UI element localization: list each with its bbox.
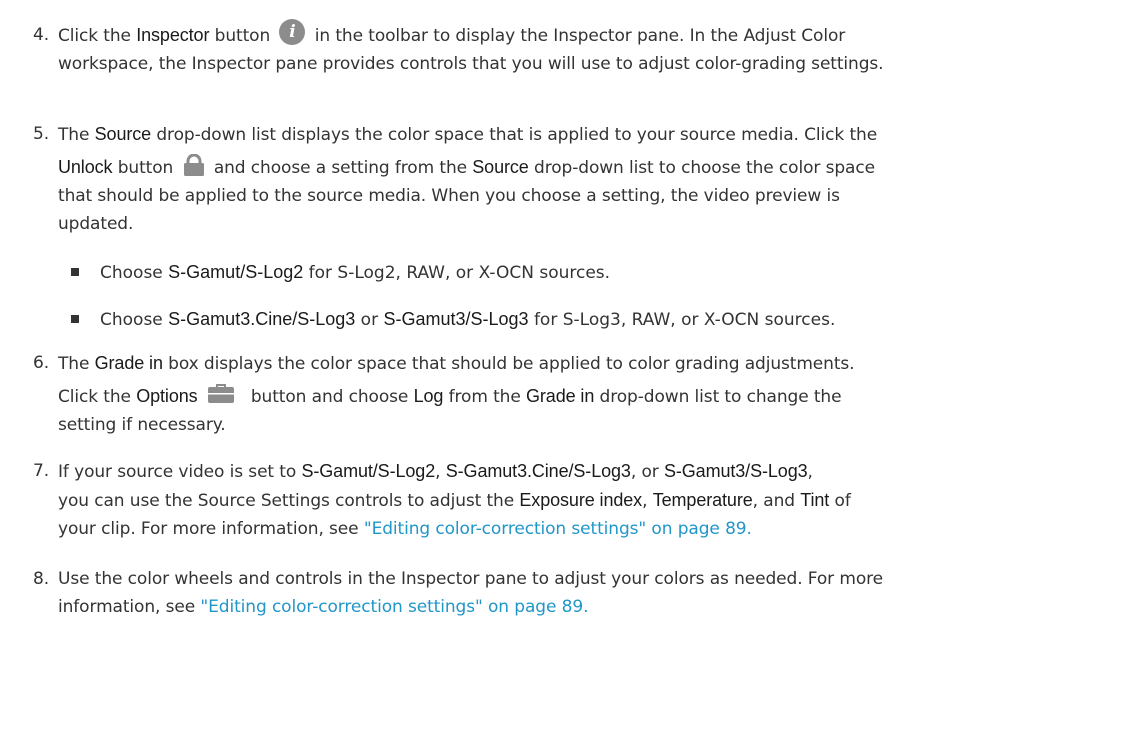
ui-term-unlock: Unlock [58, 157, 113, 177]
text-run: or [355, 310, 384, 330]
ui-term: S-Gamut3.Cine/S-Log3 [445, 461, 631, 481]
ui-term-grade-in: Grade in [94, 353, 163, 373]
step-line: information, see "Editing color-correcti… [58, 593, 1118, 621]
text-run: If your source video is set to [58, 462, 302, 482]
step-body: If your source video is set to S-Gamut/S… [58, 457, 1118, 543]
cross-reference-link[interactable]: "Editing color-correction settings" on p… [364, 519, 752, 539]
bullet-marker [71, 268, 79, 276]
text-run: The [58, 354, 95, 374]
text-run: from the [443, 387, 526, 407]
ui-term-inspector: Inspector [136, 25, 210, 45]
step-line: Unlock button and choose a setting from … [58, 153, 1118, 182]
list-item: Choose S-Gamut3.Cine/S-Log3 or S-Gamut3/… [71, 305, 836, 334]
ui-term-exposure-index: Exposure index [519, 490, 643, 510]
step-body: The Grade in box displays the color spac… [58, 349, 1118, 439]
step-line: The Source drop-down list displays the c… [58, 120, 1118, 149]
text-run: button [112, 158, 179, 178]
ui-term-tint: Tint [800, 490, 830, 510]
step-line: workspace, the Inspector pane provides c… [58, 54, 884, 74]
text-run: , [642, 491, 653, 511]
text-run: Click the [58, 26, 137, 46]
ui-term: S-Gamut3/S-Log3 [383, 309, 529, 329]
text-run: button and choose [245, 387, 414, 407]
step-number: 5. [33, 124, 50, 144]
text-run: and choose a setting from the [208, 158, 473, 178]
ui-term-options: Options [136, 386, 198, 406]
step-line: updated. [58, 214, 134, 234]
step-line: Click the Inspector button i in the tool… [58, 19, 1118, 50]
ui-term: S-Gamut3/S-Log3 [663, 461, 808, 481]
ui-term-log: Log [413, 386, 444, 406]
step-number: 4. [33, 25, 50, 45]
step-line: setting if necessary. [58, 415, 226, 435]
step-line: The Grade in box displays the color spac… [58, 349, 1118, 378]
step-line: your clip. For more information, see "Ed… [58, 515, 1118, 543]
text-run: for S-Log2, RAW, or X-OCN sources. [303, 263, 611, 283]
text-run: , [435, 462, 446, 482]
ui-term: S-Gamut/S-Log2 [301, 461, 436, 481]
step-line: If your source video is set to S-Gamut/S… [58, 457, 1118, 486]
step-line: Use the color wheels and controls in the… [58, 569, 884, 589]
text-run: The [58, 125, 95, 145]
text-run: drop-down list to change the [594, 387, 842, 407]
lock-icon [183, 153, 205, 176]
text-run: button [209, 26, 276, 46]
text-run: Choose [100, 263, 169, 283]
ui-term: S-Gamut3.Cine/S-Log3 [168, 309, 356, 329]
text-run: , [807, 462, 813, 482]
text-run: , or [630, 462, 664, 482]
text-run: in the toolbar to display the Inspector … [309, 26, 846, 46]
text-run: , and [752, 491, 801, 511]
cross-reference-link[interactable]: "Editing color-correction settings" on p… [200, 597, 588, 617]
step-number: 6. [33, 353, 50, 373]
ui-term-source: Source [472, 157, 529, 177]
bullet-marker [71, 315, 79, 323]
info-icon: i [279, 19, 306, 45]
text-run: box displays the color space that should… [162, 354, 855, 374]
step-number: 8. [33, 569, 50, 589]
text-run: for S-Log3, RAW, or X-OCN sources. [528, 310, 836, 330]
ui-term-source: Source [94, 124, 152, 144]
text-run: you can use the Source Settings controls… [58, 491, 520, 511]
text-run: of [829, 491, 851, 511]
step-number: 7. [33, 461, 50, 481]
ui-term-grade-in: Grade in [526, 386, 595, 406]
ui-term: S-Gamut/S-Log2 [168, 262, 304, 282]
text-run: information, see [58, 597, 201, 617]
text-run: your clip. For more information, see [58, 519, 364, 539]
text-run: Click the [58, 387, 137, 407]
list-item: Choose S-Gamut/S-Log2 for S-Log2, RAW, o… [71, 258, 611, 287]
step-line: Click the Options button and choose Log … [58, 382, 1118, 411]
step-line: you can use the Source Settings controls… [58, 486, 1118, 515]
step-body: The Source drop-down list displays the c… [58, 120, 1118, 238]
document-page: 4. Click the Inspector button i in the t… [0, 0, 1124, 737]
step-line: that should be applied to the source med… [58, 186, 840, 206]
text-run: drop-down list to choose the color space [528, 158, 875, 178]
ui-term-temperature: Temperature [652, 490, 753, 510]
text-run: Choose [100, 310, 169, 330]
text-run: drop-down list displays the color space … [151, 125, 878, 145]
step-body: Click the Inspector button i in the tool… [58, 19, 1118, 78]
step-body: Use the color wheels and controls in the… [58, 565, 1118, 621]
briefcase-icon [207, 383, 234, 403]
